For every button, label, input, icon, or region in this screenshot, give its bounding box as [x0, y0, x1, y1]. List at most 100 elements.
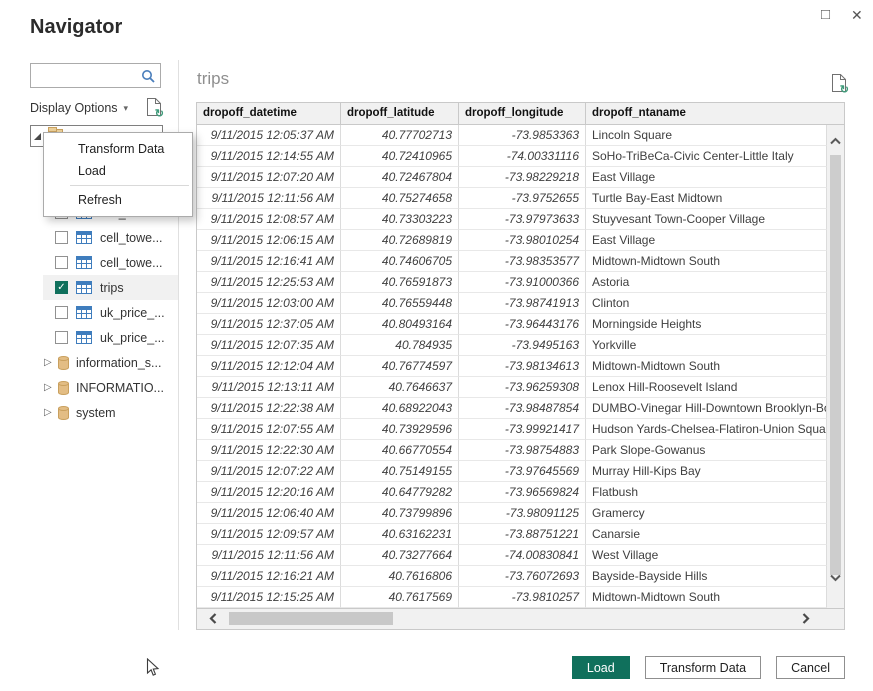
cell-dropoff_longitude: -73.96569824: [459, 482, 586, 503]
vertical-scroll-thumb[interactable]: [830, 155, 841, 575]
cancel-button[interactable]: Cancel: [776, 656, 845, 679]
table-row: 9/11/2015 12:16:21 AM40.7616806-73.76072…: [197, 566, 827, 587]
cell-dropoff_datetime: 9/11/2015 12:08:57 AM: [197, 209, 341, 230]
table-row: 9/11/2015 12:07:20 AM40.72467804-73.9822…: [197, 167, 827, 188]
tree-item-label: INFORMATIO...: [76, 381, 164, 395]
vertical-scrollbar[interactable]: [827, 125, 844, 608]
cell-dropoff_latitude: 40.76559448: [341, 293, 459, 314]
tree-item-cell-towe[interactable]: cell_towe...: [43, 225, 178, 250]
tree-item-label: trips: [100, 281, 124, 295]
cell-dropoff_ntaname: Canarsie: [586, 524, 827, 545]
cell-dropoff_latitude: 40.73277664: [341, 545, 459, 566]
cell-dropoff_longitude: -73.98741913: [459, 293, 586, 314]
cell-dropoff_longitude: -73.96259308: [459, 377, 586, 398]
table-icon: [76, 281, 92, 294]
table-row: 9/11/2015 12:07:35 AM40.784935-73.949516…: [197, 335, 827, 356]
scroll-up-icon[interactable]: [830, 137, 841, 145]
close-button[interactable]: ✕: [851, 6, 863, 24]
cell-dropoff_longitude: -73.98353577: [459, 251, 586, 272]
cell-dropoff_longitude: -73.98134613: [459, 356, 586, 377]
transform-data-button[interactable]: Transform Data: [645, 656, 761, 679]
cell-dropoff_longitude: -73.9752655: [459, 188, 586, 209]
menu-separator: [70, 185, 189, 186]
horizontal-scroll-thumb[interactable]: [229, 612, 393, 625]
menu-item-load[interactable]: Load: [44, 160, 192, 182]
navigator-tree: cell_towe...cell_towe...cell_towe...✓tri…: [30, 200, 178, 425]
tree-item-label: system: [76, 406, 116, 420]
cell-dropoff_longitude: -73.9495163: [459, 335, 586, 356]
expand-icon[interactable]: ▷: [44, 407, 56, 418]
menu-item-transform-data[interactable]: Transform Data: [44, 138, 192, 160]
collapse-icon[interactable]: [34, 133, 41, 140]
expand-icon[interactable]: ▷: [44, 357, 56, 368]
table-icon: [76, 306, 92, 319]
table-row: 9/11/2015 12:03:00 AM40.76559448-73.9874…: [197, 293, 827, 314]
cell-dropoff_datetime: 9/11/2015 12:07:35 AM: [197, 335, 341, 356]
table-row: 9/11/2015 12:22:30 AM40.66770554-73.9875…: [197, 440, 827, 461]
cell-dropoff_datetime: 9/11/2015 12:11:56 AM: [197, 188, 341, 209]
table-row: 9/11/2015 12:15:25 AM40.7617569-73.98102…: [197, 587, 827, 608]
cell-dropoff_ntaname: Midtown-Midtown South: [586, 587, 827, 608]
cell-dropoff_ntaname: West Village: [586, 545, 827, 566]
table-row: 9/11/2015 12:22:38 AM40.68922043-73.9848…: [197, 398, 827, 419]
column-header-dropoff_datetime[interactable]: dropoff_datetime: [197, 103, 341, 125]
cell-dropoff_longitude: -73.91000366: [459, 272, 586, 293]
tree-item-cell-towe[interactable]: cell_towe...: [43, 250, 178, 275]
cell-dropoff_ntaname: Gramercy: [586, 503, 827, 524]
tree-item-system[interactable]: ▷ system: [43, 400, 178, 425]
tree-item-information-s[interactable]: ▷ information_s...: [43, 350, 178, 375]
column-header-dropoff_latitude[interactable]: dropoff_latitude: [341, 103, 459, 125]
table-row: 9/11/2015 12:20:16 AM40.64779282-73.9656…: [197, 482, 827, 503]
cell-dropoff_latitude: 40.64779282: [341, 482, 459, 503]
tree-item-label: information_s...: [76, 356, 161, 370]
checkbox[interactable]: [55, 256, 68, 269]
table-row: 9/11/2015 12:37:05 AM40.80493164-73.9644…: [197, 314, 827, 335]
checkbox[interactable]: ✓: [55, 281, 68, 294]
scroll-right-icon[interactable]: [802, 613, 810, 624]
column-header-dropoff_ntaname[interactable]: dropoff_ntaname: [586, 103, 844, 125]
search-input[interactable]: [31, 64, 141, 87]
cell-dropoff_latitude: 40.63162231: [341, 524, 459, 545]
tree-item-informatio[interactable]: ▷ INFORMATIO...: [43, 375, 178, 400]
display-options-dropdown[interactable]: Display Options ▾: [30, 101, 128, 115]
table-row: 9/11/2015 12:14:55 AM40.72410965-74.0033…: [197, 146, 827, 167]
cell-dropoff_ntaname: Yorkville: [586, 335, 827, 356]
tree-item-label: uk_price_...: [100, 306, 165, 320]
horizontal-scrollbar[interactable]: [197, 608, 844, 629]
column-header-dropoff_longitude[interactable]: dropoff_longitude: [459, 103, 586, 125]
cell-dropoff_datetime: 9/11/2015 12:20:16 AM: [197, 482, 341, 503]
cell-dropoff_ntaname: DUMBO-Vinegar Hill-Downtown Brooklyn-Boe…: [586, 398, 827, 419]
cell-dropoff_ntaname: Midtown-Midtown South: [586, 356, 827, 377]
cell-dropoff_datetime: 9/11/2015 12:25:53 AM: [197, 272, 341, 293]
tree-item-trips[interactable]: ✓ trips: [43, 275, 178, 300]
cell-dropoff_ntaname: Clinton: [586, 293, 827, 314]
cell-dropoff_latitude: 40.76591873: [341, 272, 459, 293]
preview-table-title: trips: [197, 69, 229, 89]
search-box[interactable]: [30, 63, 161, 88]
scroll-down-icon[interactable]: [830, 574, 841, 582]
tree-item-uk-price[interactable]: uk_price_...: [43, 325, 178, 350]
refresh-preview-icon[interactable]: ↻: [146, 98, 161, 116]
checkbox[interactable]: [55, 331, 68, 344]
cell-dropoff_longitude: -73.97645569: [459, 461, 586, 482]
maximize-button[interactable]: □: [821, 6, 830, 24]
table-row: 9/11/2015 12:13:11 AM40.7646637-73.96259…: [197, 377, 827, 398]
tree-item-uk-price[interactable]: uk_price_...: [43, 300, 178, 325]
cell-dropoff_latitude: 40.76774597: [341, 356, 459, 377]
cell-dropoff_latitude: 40.68922043: [341, 398, 459, 419]
load-button[interactable]: Load: [572, 656, 630, 679]
cell-dropoff_longitude: -73.98091125: [459, 503, 586, 524]
tree-item-label: uk_price_...: [100, 331, 165, 345]
scroll-left-icon[interactable]: [209, 613, 217, 624]
checkbox[interactable]: [55, 231, 68, 244]
cell-dropoff_longitude: -74.00830841: [459, 545, 586, 566]
table-row: 9/11/2015 12:11:56 AM40.75274658-73.9752…: [197, 188, 827, 209]
cell-dropoff_datetime: 9/11/2015 12:05:37 AM: [197, 125, 341, 146]
expand-icon[interactable]: ▷: [44, 382, 56, 393]
cell-dropoff_datetime: 9/11/2015 12:14:55 AM: [197, 146, 341, 167]
refresh-preview-icon[interactable]: ↻: [831, 74, 846, 92]
checkbox[interactable]: [55, 306, 68, 319]
menu-item-refresh[interactable]: Refresh: [44, 189, 192, 211]
data-preview-grid: dropoff_datetimedropoff_latitudedropoff_…: [196, 102, 845, 630]
search-icon[interactable]: [141, 69, 155, 83]
